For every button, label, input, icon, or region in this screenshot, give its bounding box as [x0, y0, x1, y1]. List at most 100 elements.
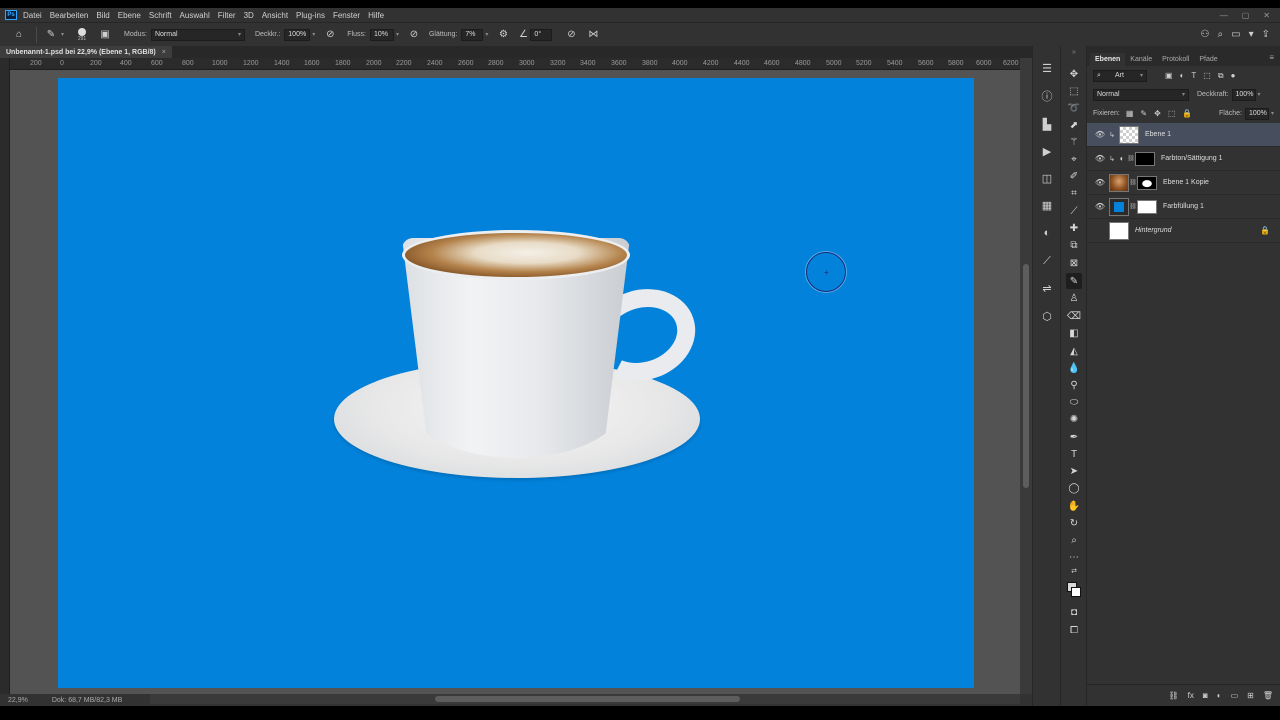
lock-transparent-icon[interactable]: ▦: [1126, 109, 1134, 118]
chevron-down-icon[interactable]: ▾: [485, 31, 488, 38]
visibility-toggle[interactable]: ▫: [1093, 226, 1107, 235]
3d-cube-icon[interactable]: ⬡: [1039, 308, 1055, 324]
marquee-tool-icon[interactable]: ⬚: [1066, 83, 1082, 99]
menu-bearbeiten[interactable]: Bearbeiten: [50, 11, 89, 20]
home-icon[interactable]: ⌂: [8, 29, 30, 40]
zoom-tool-icon[interactable]: ⌕: [1066, 532, 1082, 548]
shape-filter-icon[interactable]: ⬚: [1203, 71, 1211, 81]
link-layers-icon[interactable]: ⛓: [1169, 691, 1179, 700]
sponge-tool-icon[interactable]: ⬭: [1066, 394, 1082, 410]
blur-tool-icon[interactable]: 💧: [1066, 360, 1082, 376]
paths-settings-icon[interactable]: ⇌: [1039, 280, 1055, 296]
add-mask-icon[interactable]: ◙: [1203, 691, 1208, 700]
brush-tool-active-icon[interactable]: ✎: [1066, 273, 1082, 289]
adjustments-icon[interactable]: ◐: [1039, 225, 1055, 241]
smoothing-settings-gear-icon[interactable]: ⚙: [494, 29, 512, 40]
chain-link-icon[interactable]: ⛓: [1127, 155, 1135, 162]
chain-link-icon[interactable]: ⛓: [1129, 179, 1137, 186]
canvas-workspace[interactable]: +: [10, 70, 1020, 694]
new-group-icon[interactable]: ▭: [1231, 691, 1239, 700]
document-info[interactable]: Dok: 68,7 MB/82,3 MB: [52, 697, 122, 704]
vertical-ruler[interactable]: [0, 58, 10, 694]
workspace-icon[interactable]: ▭: [1231, 29, 1240, 40]
move-tool-icon[interactable]: ✥: [1066, 66, 1082, 82]
layer-mask-thumbnail[interactable]: [1137, 175, 1157, 190]
gradient-icon[interactable]: ◧: [1066, 325, 1082, 341]
visibility-eye-icon[interactable]: 👁: [1093, 130, 1107, 139]
eyedropper-icon[interactable]: ⟋: [1066, 203, 1082, 219]
patch-tool-icon[interactable]: ⧉: [1066, 237, 1082, 253]
delete-layer-icon[interactable]: 🗑: [1263, 691, 1273, 700]
pressure-size-icon[interactable]: ⊘: [562, 29, 580, 40]
menu-ebene[interactable]: Ebene: [118, 11, 141, 20]
layer-name[interactable]: Ebene 1: [1145, 131, 1171, 138]
lock-pixels-icon[interactable]: ✎: [1140, 109, 1147, 118]
layer-mask-thumbnail[interactable]: [1137, 199, 1157, 214]
collapse-icon[interactable]: »: [1066, 49, 1082, 56]
close-tab-icon[interactable]: ×: [162, 49, 166, 56]
pressure-opacity-icon[interactable]: ⊘: [321, 29, 339, 40]
tab-ebenen[interactable]: Ebenen: [1090, 53, 1126, 66]
vertical-scrollbar[interactable]: [1020, 58, 1032, 694]
search-icon[interactable]: ⌕: [1218, 29, 1224, 40]
swap-colors-icon[interactable]: ⇄: [1066, 566, 1082, 576]
horizontal-ruler[interactable]: 200 0 200 400 600 800 1000 1200 1400 160…: [10, 58, 1020, 70]
history-brush-icon[interactable]: ✺: [1066, 411, 1082, 427]
filter-toggle-icon[interactable]: ●: [1231, 71, 1236, 81]
screen-mode-icon[interactable]: ⧠: [1066, 622, 1082, 638]
visibility-eye-icon[interactable]: 👁: [1093, 154, 1107, 163]
glaettung-field[interactable]: 7%: [461, 28, 484, 41]
layer-row-farbton-saettigung-1[interactable]: 👁 ↳ ◐ ⛓ Farbton/Sättigung 1: [1087, 147, 1280, 171]
adjustment-filter-icon[interactable]: ◐: [1180, 71, 1185, 81]
quick-mask-icon[interactable]: ◘: [1066, 604, 1082, 620]
layer-name[interactable]: Ebene 1 Kopie: [1163, 179, 1209, 186]
layer-name[interactable]: Farbton/Sättigung 1: [1161, 155, 1223, 162]
horizontal-scrollbar[interactable]: [150, 694, 1020, 704]
photoshop-logo-icon[interactable]: Ps: [5, 10, 17, 20]
object-selection-icon[interactable]: ⬈: [1066, 117, 1082, 133]
chevron-down-icon[interactable]: ▾: [1249, 29, 1254, 40]
symmetry-icon[interactable]: ⋈: [584, 29, 602, 40]
document-tab[interactable]: Unbenannt-1.psd bei 22,9% (Ebene 1, RGB/…: [0, 46, 172, 58]
panel-menu-icon[interactable]: ≡: [1269, 53, 1274, 62]
rotate-view-icon[interactable]: ↻: [1066, 515, 1082, 531]
type-tool-icon[interactable]: T: [1066, 446, 1082, 462]
path-selection-icon[interactable]: ➤: [1066, 463, 1082, 479]
pen-selection-icon[interactable]: ✐: [1066, 168, 1082, 184]
chevron-down-icon[interactable]: ▾: [312, 31, 315, 38]
info-icon[interactable]: ⓘ: [1039, 88, 1055, 104]
pixel-filter-icon[interactable]: ▣: [1165, 71, 1173, 81]
menu-schrift[interactable]: Schrift: [149, 11, 172, 20]
menu-fenster[interactable]: Fenster: [333, 11, 360, 20]
more-tools-icon[interactable]: ⋯: [1066, 549, 1082, 565]
lock-all-icon[interactable]: 🔒: [1182, 109, 1192, 118]
chain-link-icon[interactable]: ⛓: [1129, 203, 1137, 210]
menu-bild[interactable]: Bild: [96, 11, 109, 20]
deckkraft-field[interactable]: 100%: [284, 28, 311, 41]
layer-filter-select[interactable]: ⌕ Art ▾: [1093, 69, 1147, 82]
opacity-field[interactable]: 100%: [1231, 88, 1256, 101]
layer-row-farbfuellung-1[interactable]: 👁 ⛓ Farbfüllung 1: [1087, 195, 1280, 219]
histogram-icon[interactable]: ▙: [1039, 116, 1055, 132]
zoom-level[interactable]: 22,9%: [8, 697, 28, 704]
angle-field[interactable]: 0°: [530, 28, 553, 41]
layer-name[interactable]: Hintergrund: [1135, 227, 1172, 234]
fluss-field[interactable]: 10%: [369, 28, 394, 41]
eraser-icon[interactable]: ⌫: [1066, 308, 1082, 324]
tab-protokoll[interactable]: Protokoll: [1157, 53, 1194, 66]
chevron-down-icon[interactable]: ▾: [61, 31, 64, 38]
brushes-icon[interactable]: ⟋: [1039, 253, 1055, 269]
brush-tool-icon[interactable]: ✎: [43, 29, 59, 40]
tab-kanaele[interactable]: Kanäle: [1125, 53, 1157, 66]
tab-pfade[interactable]: Pfade: [1194, 53, 1222, 66]
document-canvas[interactable]: +: [58, 78, 974, 688]
layer-name[interactable]: Farbfüllung 1: [1163, 203, 1204, 210]
adjustment-layer-icon[interactable]: ◐: [1217, 691, 1222, 700]
menu-ansicht[interactable]: Ansicht: [262, 11, 288, 20]
healing-brush-icon[interactable]: ✚: [1066, 220, 1082, 236]
menu-auswahl[interactable]: Auswahl: [180, 11, 210, 20]
chevron-down-icon[interactable]: ▾: [396, 31, 399, 38]
layer-row-ebene-1[interactable]: 👁 ↳ Ebene 1: [1087, 123, 1280, 147]
lock-position-icon[interactable]: ✥: [1154, 109, 1161, 118]
actions-play-icon[interactable]: ▶: [1039, 143, 1055, 159]
